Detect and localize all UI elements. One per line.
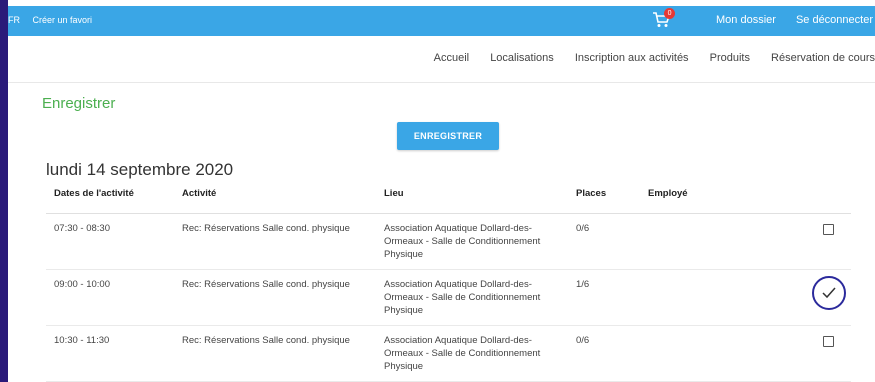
nav-item-home[interactable]: Accueil (434, 52, 469, 64)
app-frame: FR Créer un favori 0 Mon dossier Se déco… (8, 0, 875, 382)
row-time: 09:00 - 10:00 (46, 269, 174, 326)
row-place: Association Aquatique Dollard-des-Ormeau… (376, 269, 568, 326)
row-select-cell (798, 213, 851, 270)
top-bar-left: FR Créer un favori (8, 15, 102, 25)
column-header-activity: Activité (174, 184, 376, 214)
row-select-cell (798, 269, 851, 326)
register-button[interactable]: ENREGISTRER (397, 122, 499, 150)
activity-table: Dates de l'activité Activité Lieu Places… (46, 184, 851, 382)
row-employee (640, 213, 798, 270)
row-place: Association Aquatique Dollard-des-Ormeau… (376, 325, 568, 382)
table-header-row: Dates de l'activité Activité Lieu Places… (46, 184, 851, 214)
column-header-slots: Places (568, 184, 640, 214)
row-slots: 0/6 (568, 213, 640, 270)
table-row: 07:30 - 08:30 Rec: Réservations Salle co… (46, 213, 851, 270)
row-checkbox[interactable] (823, 336, 834, 347)
nav-item-locations[interactable]: Localisations (490, 52, 554, 64)
top-bar: FR Créer un favori 0 Mon dossier Se déco… (8, 6, 875, 36)
nav-item-products[interactable]: Produits (710, 52, 750, 64)
column-header-employee: Employé (640, 184, 798, 214)
logout-link[interactable]: Se déconnecter (796, 14, 873, 26)
nav-item-course-booking[interactable]: Réservation de cours (771, 52, 875, 64)
row-time: 07:30 - 08:30 (46, 213, 174, 270)
row-select-cell (798, 325, 851, 382)
row-place: Association Aquatique Dollard-des-Ormeau… (376, 213, 568, 270)
selected-highlight-circle[interactable] (811, 276, 846, 310)
nav-item-activity-registration[interactable]: Inscription aux activités (575, 52, 689, 64)
language-switch[interactable]: FR (8, 15, 20, 25)
table-row: 09:00 - 10:00 Rec: Réservations Salle co… (46, 269, 851, 326)
row-employee (640, 269, 798, 326)
table-row: 10:30 - 11:30 Rec: Réservations Salle co… (46, 325, 851, 382)
create-favorite-link[interactable]: Créer un favori (33, 15, 93, 25)
column-header-dates: Dates de l'activité (46, 184, 174, 214)
column-header-select (798, 184, 851, 214)
row-activity: Rec: Réservations Salle cond. physique (174, 325, 376, 382)
page-title: Enregistrer (42, 95, 116, 112)
row-employee (640, 325, 798, 382)
row-slots: 1/6 (568, 269, 640, 326)
my-account-link[interactable]: Mon dossier (716, 14, 776, 26)
cart-button[interactable]: 0 (652, 8, 676, 28)
top-bar-right: 0 Mon dossier Se déconnecter (652, 8, 873, 28)
cart-count-badge: 0 (664, 8, 676, 19)
row-activity: Rec: Réservations Salle cond. physique (174, 213, 376, 270)
row-slots: 0/6 (568, 325, 640, 382)
row-time: 10:30 - 11:30 (46, 325, 174, 382)
main-nav: Accueil Localisations Inscription aux ac… (8, 36, 875, 83)
day-heading: lundi 14 septembre 2020 (46, 160, 234, 179)
row-checkbox[interactable] (823, 224, 834, 235)
column-header-place: Lieu (376, 184, 568, 214)
row-activity: Rec: Réservations Salle cond. physique (174, 269, 376, 326)
check-icon (821, 287, 836, 299)
